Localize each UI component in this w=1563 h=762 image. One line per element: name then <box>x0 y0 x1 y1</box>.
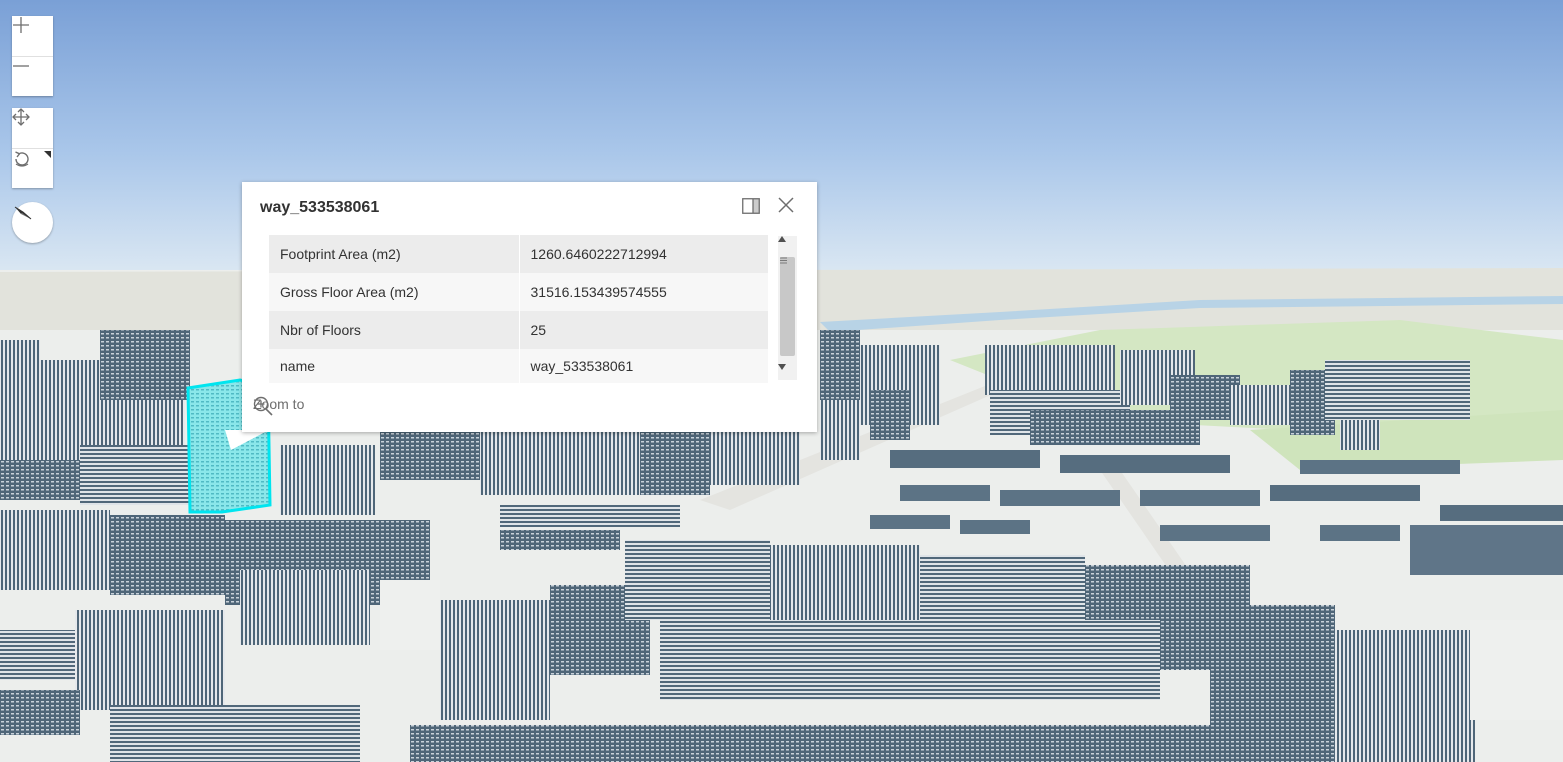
close-icon <box>778 197 794 213</box>
table-row: Gross Floor Area (m2) 31516.153439574555 <box>269 273 768 311</box>
pan-button[interactable] <box>12 108 53 148</box>
navigation-controls <box>12 108 53 188</box>
zoom-in-button[interactable] <box>12 16 53 56</box>
attribute-value: way_533538061 <box>519 349 768 383</box>
move-icon <box>12 108 30 126</box>
table-row: name way_533538061 <box>269 349 768 383</box>
map-scene-view[interactable]: way_533538061 Footprint Area (m2) 1260.6… <box>0 0 1563 762</box>
dock-button[interactable] <box>742 198 762 218</box>
attribute-value: 25 <box>519 311 768 349</box>
attribute-key: Gross Floor Area (m2) <box>269 273 520 311</box>
triangle-up-icon <box>778 236 786 242</box>
zoom-out-button[interactable] <box>12 56 53 96</box>
popup-pointer <box>225 430 269 450</box>
close-button[interactable] <box>778 197 800 219</box>
feature-popup: way_533538061 Footprint Area (m2) 1260.6… <box>242 182 817 432</box>
scroll-thumb[interactable] <box>780 257 795 356</box>
minus-icon <box>13 65 29 67</box>
dock-icon <box>742 198 760 214</box>
triangle-down-icon <box>778 364 786 370</box>
popup-scrollbar[interactable] <box>778 236 797 380</box>
compass-icon <box>14 206 32 220</box>
compass-button[interactable] <box>12 202 53 243</box>
attribute-table: Footprint Area (m2) 1260.6460222712994 G… <box>269 235 768 383</box>
attribute-key: Footprint Area (m2) <box>269 235 520 273</box>
zoom-controls <box>12 16 53 96</box>
attribute-key: Nbr of Floors <box>269 311 520 349</box>
attribute-value: 1260.6460222712994 <box>519 235 768 273</box>
table-row: Nbr of Floors 25 <box>269 311 768 349</box>
attribute-value: 31516.153439574555 <box>519 273 768 311</box>
scroll-up-button[interactable] <box>778 236 797 252</box>
plus-icon <box>13 17 29 33</box>
popup-title: way_533538061 <box>260 199 380 216</box>
rotate-button[interactable] <box>12 148 53 188</box>
zoom-to-action[interactable]: Zoom to <box>253 396 304 416</box>
scroll-down-button[interactable] <box>778 364 797 380</box>
grip-icon <box>780 257 787 264</box>
toggle-indicator <box>44 151 51 158</box>
table-row: Footprint Area (m2) 1260.6460222712994 <box>269 235 768 273</box>
zoom-in-magnifier-icon <box>253 396 273 416</box>
rotate-icon <box>15 151 29 167</box>
attribute-key: name <box>269 349 520 383</box>
